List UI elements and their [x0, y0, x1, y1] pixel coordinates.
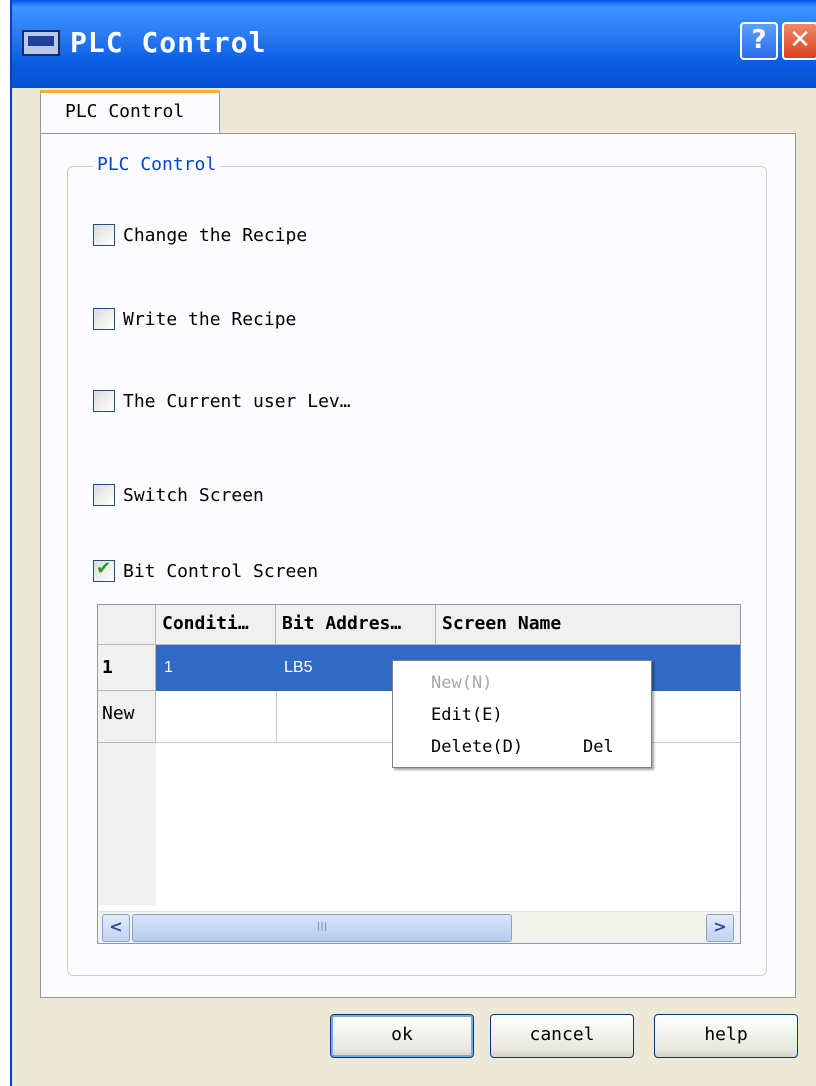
help-question-button[interactable]: ?	[740, 22, 778, 60]
menu-shortcut-delete: Del	[583, 737, 614, 757]
scroll-left-icon[interactable]: <	[102, 914, 130, 942]
option-label: Write the Recipe	[123, 308, 297, 330]
checkbox-checked[interactable]	[93, 558, 115, 582]
menu-item-new[interactable]: New(N)	[431, 673, 492, 693]
ok-button[interactable]: ok	[330, 1014, 474, 1058]
menu-item-delete[interactable]: Delete(D)	[431, 737, 523, 757]
option-bit-control-screen[interactable]: Bit Control Screen	[93, 558, 318, 584]
row-header-1[interactable]: 1	[98, 645, 156, 691]
title-bar[interactable]: PLC Control ? ✕	[12, 0, 816, 88]
checkbox[interactable]	[93, 224, 115, 246]
window-title: PLC Control	[70, 26, 267, 59]
option-write-recipe[interactable]: Write the Recipe	[93, 306, 296, 332]
corner-header	[98, 605, 156, 645]
help-button[interactable]: help	[654, 1014, 798, 1058]
cancel-button[interactable]: cancel	[490, 1014, 634, 1058]
option-label: Bit Control Screen	[123, 560, 319, 582]
option-current-user-level[interactable]: The Current user Lev…	[93, 388, 351, 414]
checkbox[interactable]	[93, 390, 115, 412]
horizontal-scrollbar[interactable]: < III >	[98, 911, 740, 943]
question-icon: ?	[751, 25, 767, 55]
tab-plc-control[interactable]: PLC Control	[40, 90, 220, 134]
context-menu: New(N) Edit(E) Delete(D) Del	[392, 660, 652, 768]
option-switch-screen[interactable]: Switch Screen	[93, 482, 264, 508]
checkbox[interactable]	[93, 308, 115, 330]
option-label: The Current user Lev…	[123, 390, 351, 412]
row-header-new[interactable]: New	[98, 691, 156, 743]
plc-control-dialog: PLC Control ? ✕ PLC Control PLC Control …	[10, 0, 816, 1086]
tab-panel: PLC Control Change the Recipe Write the …	[40, 133, 796, 998]
option-label: Switch Screen	[123, 484, 264, 506]
group-label: PLC Control	[93, 154, 221, 175]
scroll-thumb[interactable]: III	[132, 914, 512, 942]
close-icon: ✕	[789, 25, 811, 55]
checkbox[interactable]	[93, 484, 115, 506]
option-change-recipe[interactable]: Change the Recipe	[93, 222, 307, 248]
menu-item-edit[interactable]: Edit(E)	[431, 705, 503, 725]
column-header-bit-address[interactable]: Bit Addres…	[276, 605, 436, 645]
scroll-right-icon[interactable]: >	[706, 914, 734, 942]
option-label: Change the Recipe	[123, 224, 308, 246]
cell-condition[interactable]: 1	[164, 659, 173, 677]
column-header-condition[interactable]: Conditi…	[156, 605, 276, 645]
cell-bit-address[interactable]: LB5	[284, 659, 312, 677]
window-icon	[22, 30, 60, 56]
column-header-screen-name[interactable]: Screen Name	[436, 605, 740, 645]
close-button[interactable]: ✕	[782, 22, 816, 60]
grid-line	[276, 691, 277, 743]
bit-control-table[interactable]: Conditi… Bit Addres… Screen Name 1 1 LB5…	[97, 604, 741, 944]
